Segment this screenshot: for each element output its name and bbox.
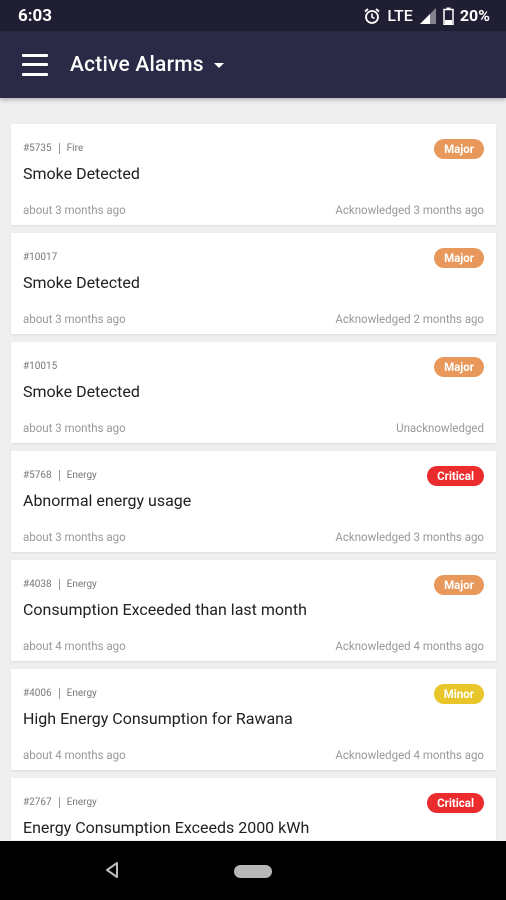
alarm-clock-icon	[364, 7, 380, 24]
alarm-filter-dropdown[interactable]: Active Alarms	[70, 53, 224, 77]
alarm-card[interactable]: #4006 Energy Minor High Energy Consumpti…	[11, 669, 496, 770]
severity-badge: Major	[434, 139, 484, 159]
alarm-list[interactable]: #5735 Fire Major Smoke Detected about 3 …	[0, 98, 506, 840]
alarm-meta: #4038 Energy	[23, 579, 97, 590]
meta-divider	[58, 470, 60, 481]
alarm-title: Energy Consumption Exceeds 2000 kWh	[23, 818, 310, 837]
alarm-ack-status: Acknowledged 3 months ago	[335, 203, 484, 217]
alarm-time: about 4 months ago	[23, 748, 126, 762]
alarm-id: #4038	[23, 579, 52, 590]
alarm-id: #10015	[23, 361, 58, 372]
menu-icon[interactable]	[22, 53, 48, 76]
alarm-meta: #5768 Energy	[23, 470, 97, 481]
alarm-time: about 3 months ago	[23, 203, 126, 217]
app-bar: Active Alarms	[0, 31, 506, 98]
alarm-id: #10017	[23, 252, 58, 263]
system-nav-bar	[0, 841, 506, 900]
severity-badge: Major	[434, 575, 484, 595]
alarm-time: about 3 months ago	[23, 312, 126, 326]
alarm-meta: #10015	[23, 361, 57, 372]
alarm-title: Smoke Detected	[23, 382, 140, 401]
alarm-category: Fire	[66, 143, 84, 154]
alarm-id: #5735	[23, 143, 52, 154]
alarm-time: about 3 months ago	[23, 530, 126, 544]
alarm-title: High Energy Consumption for Rawana	[23, 709, 293, 728]
alarm-ack-status: Unacknowledged	[396, 421, 484, 435]
alarm-ack-status: Acknowledged 4 months ago	[335, 748, 484, 762]
alarm-ack-status: Acknowledged 2 months ago	[335, 312, 484, 326]
status-time: 6:03	[18, 5, 53, 26]
severity-badge: Major	[434, 248, 484, 268]
alarm-time: about 4 months ago	[23, 639, 126, 653]
chevron-down-icon	[213, 62, 224, 68]
meta-divider	[58, 579, 60, 590]
meta-divider	[58, 688, 60, 699]
alarm-card[interactable]: #10015 Major Smoke Detected about 3 mont…	[11, 342, 496, 443]
page-title: Active Alarms	[70, 52, 204, 77]
back-icon[interactable]	[104, 861, 120, 879]
home-button[interactable]	[234, 865, 272, 878]
meta-divider	[58, 797, 60, 808]
severity-badge: Critical	[427, 793, 484, 813]
alarm-title: Abnormal energy usage	[23, 491, 192, 510]
alarm-ack-status: Acknowledged 3 months ago	[335, 530, 484, 544]
battery-level: 20%	[459, 6, 490, 25]
alarm-category: Energy	[66, 470, 97, 481]
severity-badge: Major	[434, 357, 484, 377]
status-icons: LTE 20%	[363, 6, 490, 25]
alarm-card[interactable]: #5735 Fire Major Smoke Detected about 3 …	[11, 124, 496, 225]
meta-divider	[58, 143, 60, 154]
alarm-meta: #10017	[23, 252, 57, 263]
alarm-card[interactable]: #4038 Energy Major Consumption Exceeded …	[11, 560, 496, 661]
alarm-category: Energy	[66, 688, 97, 699]
signal-icon	[419, 7, 436, 24]
alarm-meta: #4006 Energy	[23, 688, 97, 699]
alarm-category: Energy	[66, 579, 97, 590]
alarm-card[interactable]: #10017 Major Smoke Detected about 3 mont…	[11, 233, 496, 334]
alarm-time: about 3 months ago	[23, 421, 126, 435]
alarm-id: #4006	[23, 688, 52, 699]
alarm-meta: #5735 Fire	[23, 143, 83, 154]
alarm-id: #2767	[23, 797, 52, 808]
alarm-title: Consumption Exceeded than last month	[23, 600, 307, 619]
alarm-card[interactable]: #2767 Energy Critical Energy Consumption…	[11, 778, 496, 840]
status-bar: 6:03 LTE 20%	[0, 0, 506, 31]
battery-icon	[443, 7, 454, 25]
alarm-card[interactable]: #5768 Energy Critical Abnormal energy us…	[11, 451, 496, 552]
severity-badge: Critical	[427, 466, 484, 486]
alarm-title: Smoke Detected	[23, 164, 140, 183]
alarm-title: Smoke Detected	[23, 273, 140, 292]
alarm-meta: #2767 Energy	[23, 797, 97, 808]
network-type: LTE	[387, 6, 413, 25]
severity-badge: Minor	[433, 684, 484, 704]
alarm-category: Energy	[66, 797, 97, 808]
alarm-id: #5768	[23, 470, 52, 481]
alarm-ack-status: Acknowledged 4 months ago	[335, 639, 484, 653]
